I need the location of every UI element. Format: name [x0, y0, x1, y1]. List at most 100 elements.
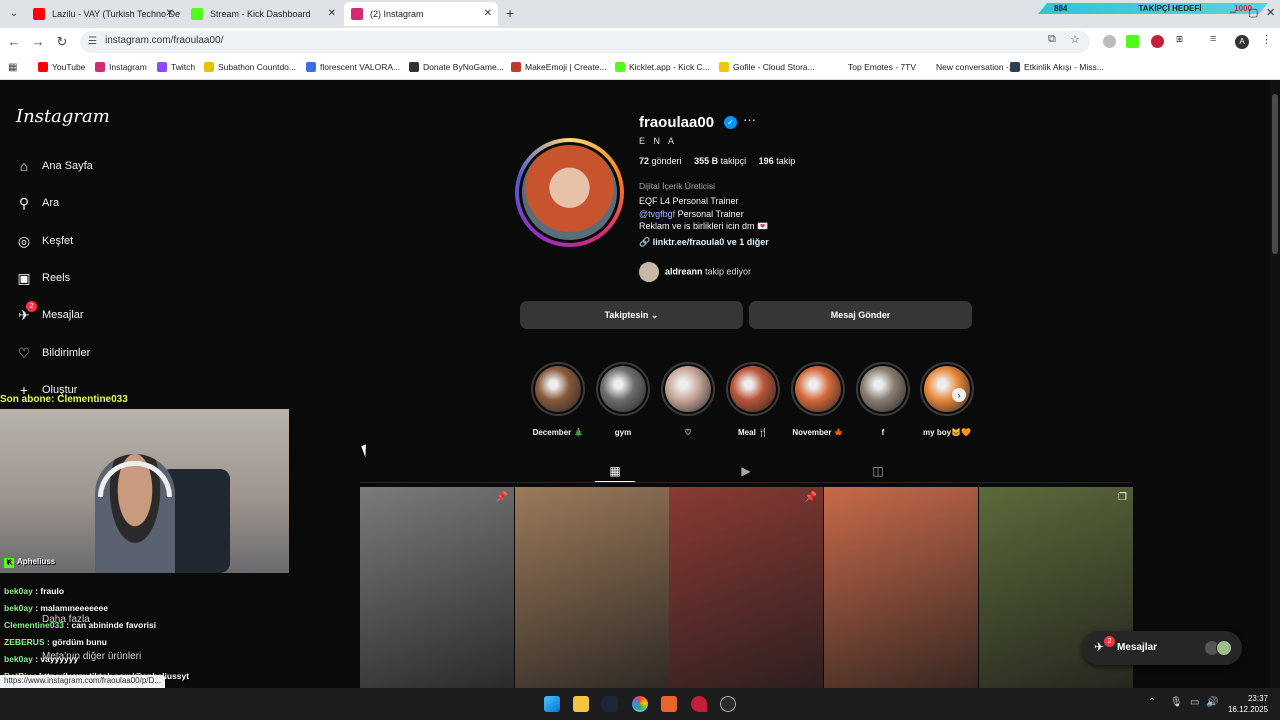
highlight-cover: [600, 366, 646, 412]
bookmark-item[interactable]: Donate ByNoGame...: [409, 62, 504, 72]
following-stat[interactable]: 196 takip: [759, 156, 796, 166]
bookmark-item[interactable]: Gofile - Cloud Stora...: [719, 62, 815, 72]
followed-by-user: aldreann: [665, 266, 703, 277]
followers-stat[interactable]: 355 B takipçi: [694, 156, 746, 166]
microphone-icon[interactable]: 🎙: [1170, 697, 1183, 708]
options-more-icon[interactable]: ···: [743, 112, 756, 127]
sidebar-item-reels[interactable]: ▣ Reels: [16, 268, 196, 292]
tagged-tab-icon[interactable]: ◫: [868, 464, 888, 478]
tabs-divider: [360, 482, 1132, 483]
following-button[interactable]: Takiptesin ⌄: [520, 301, 743, 329]
story-highlight[interactable]: November 🍁: [791, 362, 845, 437]
app-orange-icon[interactable]: [661, 696, 677, 712]
bookmark-favicon-icon: [834, 62, 844, 72]
instagram-logo[interactable]: Instagram: [16, 106, 110, 127]
sidebar-item-explore[interactable]: ◎ Keşfet: [16, 231, 196, 255]
tray-overflow-icon[interactable]: ⌃: [1148, 697, 1156, 708]
story-highlight[interactable]: f: [856, 362, 910, 437]
bookmark-favicon-icon: [615, 62, 625, 72]
steam-icon[interactable]: [602, 696, 618, 712]
instagram-favicon-icon: [351, 8, 363, 20]
kebab-menu-icon[interactable]: ⋮: [1261, 33, 1272, 46]
story-highlight[interactable]: my boy🐱🧡: [920, 362, 974, 437]
sidebar-item-notifications[interactable]: ♡ Bildirimler: [16, 343, 196, 367]
chat-username: Clementine033: [4, 620, 64, 630]
bookmark-label: florescent VALORA...: [320, 62, 401, 72]
maximize-icon[interactable]: ▢: [1248, 6, 1258, 19]
post-thumbnail[interactable]: [515, 487, 669, 688]
story-highlight[interactable]: ♡: [661, 362, 715, 437]
bio-mention-link[interactable]: @tvgfbgf: [639, 209, 675, 219]
media-control-icon[interactable]: ≡: [1210, 33, 1216, 45]
bookmark-item[interactable]: Etkinlik Akışı - Miss...: [1010, 62, 1104, 72]
highlights-next-icon[interactable]: ›: [952, 388, 966, 402]
post-thumbnail[interactable]: 📌: [669, 487, 823, 688]
bookmark-item[interactable]: New conversation -...: [922, 62, 1016, 72]
back-arrow-icon[interactable]: ←: [6, 34, 22, 49]
pinned-icon: 📌: [495, 492, 508, 503]
bookmark-item[interactable]: MakeEmoji | Create...: [511, 62, 607, 72]
close-tab-icon[interactable]: ✕: [166, 2, 174, 26]
address-bar[interactable]: ☰ instagram.com/fraoulaa00/: [80, 31, 1090, 53]
goal-title: TAKİPÇİ HEDEFİ: [1138, 4, 1202, 13]
post-thumbnail[interactable]: [824, 487, 978, 688]
profile-link[interactable]: 🔗 linktr.ee/fraoula0 ve 1 diğer: [639, 237, 769, 248]
sidebar-item-messages[interactable]: ✈ 2 Mesajlar: [16, 301, 196, 329]
bookmark-favicon-icon: [1010, 62, 1020, 72]
extension-red-icon[interactable]: [1151, 35, 1164, 48]
apps-grid-icon[interactable]: ▦: [8, 62, 17, 73]
tab-search-icon[interactable]: ⌄: [6, 6, 22, 22]
posts-grid-tab-icon[interactable]: ▦: [605, 464, 625, 478]
bookmark-item[interactable]: Top Emotes - 7TV: [834, 62, 916, 72]
story-highlight[interactable]: December 🎄: [531, 362, 585, 437]
reels-tab-icon[interactable]: ▶: [736, 464, 756, 478]
bookmark-item[interactable]: Twitch: [157, 62, 195, 72]
close-tab-icon[interactable]: ✕: [328, 2, 336, 26]
send-message-button[interactable]: Mesaj Gönder: [749, 301, 972, 329]
extension-kick-icon[interactable]: [1126, 35, 1139, 48]
explore-icon: ◎: [17, 233, 31, 249]
story-highlight[interactable]: gym: [596, 362, 650, 437]
page-scrollbar[interactable]: [1270, 80, 1280, 688]
forward-arrow-icon[interactable]: →: [30, 34, 46, 49]
posts-stat[interactable]: 72 gönderi: [639, 156, 682, 166]
network-icon[interactable]: ▭: [1190, 697, 1199, 708]
highlight-label: f: [881, 428, 885, 437]
post-thumbnail[interactable]: 📌: [360, 487, 514, 688]
chrome-icon[interactable]: [632, 696, 648, 712]
scrollbar-thumb[interactable]: [1272, 94, 1278, 254]
site-info-icon[interactable]: ☰: [88, 36, 97, 47]
extension-shield-icon[interactable]: [1103, 35, 1116, 48]
bookmark-item[interactable]: Kicklet.app - Kick C...: [615, 62, 710, 72]
tab-instagram[interactable]: (2) Instagram ✕: [344, 2, 498, 26]
tab-kick-dashboard[interactable]: Stream - Kick Dashboard ✕: [184, 2, 342, 26]
start-windows-icon[interactable]: [544, 696, 560, 712]
sidebar-item-search[interactable]: ⚲ Ara: [16, 193, 196, 217]
app-red-icon[interactable]: [691, 696, 707, 712]
bookmark-star-icon[interactable]: ☆: [1070, 33, 1080, 46]
close-window-icon[interactable]: ✕: [1266, 6, 1275, 19]
new-tab-icon[interactable]: +: [506, 5, 514, 21]
story-highlight[interactable]: Meal 🍴: [726, 362, 780, 437]
install-app-icon[interactable]: ⧉: [1048, 33, 1056, 46]
bookmark-item[interactable]: YouTube: [38, 62, 85, 72]
bookmark-item[interactable]: Subathon Countdo...: [204, 62, 296, 72]
volume-icon[interactable]: 🔊: [1206, 697, 1218, 708]
followed-by[interactable]: aldreann takip ediyor: [639, 262, 751, 282]
minimize-icon[interactable]: –: [1230, 6, 1236, 18]
followed-by-text: takip ediyor: [702, 266, 752, 277]
reload-icon[interactable]: ↻: [54, 34, 70, 50]
sidebar-item-home[interactable]: ⌂ Ana Sayfa: [16, 156, 196, 180]
tab-youtube[interactable]: Lazilu - VAY (Turkish Techno De ✕: [26, 2, 180, 26]
file-explorer-icon[interactable]: [573, 696, 589, 712]
bookmark-item[interactable]: florescent VALORA...: [306, 62, 400, 72]
system-clock[interactable]: 23:37 16.12.2025: [1226, 693, 1268, 715]
search-icon: ⚲: [18, 195, 30, 211]
extensions-puzzle-icon[interactable]: ⧆: [1176, 33, 1183, 46]
bookmark-item[interactable]: Instagram: [95, 62, 147, 72]
messages-floating-button[interactable]: ✈ 2 Mesajlar: [1082, 631, 1242, 665]
obs-icon[interactable]: [720, 696, 736, 712]
close-tab-icon[interactable]: ✕: [484, 2, 492, 26]
profile-avatar-story-ring[interactable]: [515, 138, 624, 247]
profile-avatar[interactable]: A: [1235, 35, 1249, 49]
